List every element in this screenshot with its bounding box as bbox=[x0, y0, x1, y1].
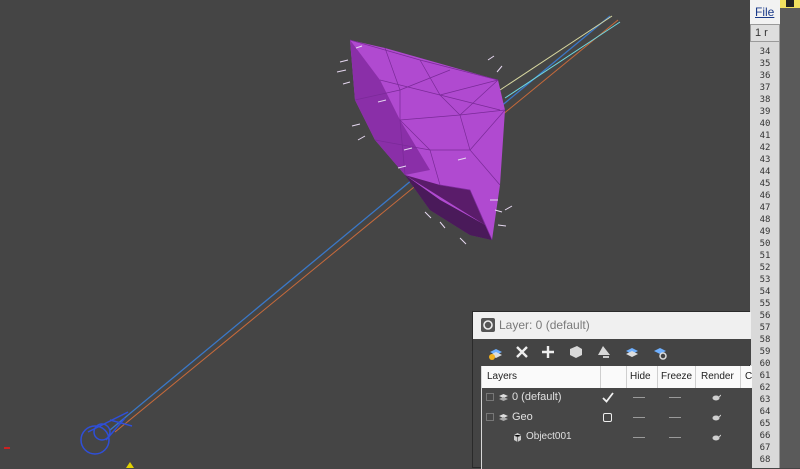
line-number: 44 bbox=[759, 167, 771, 177]
layer-table-header: Layers Hide Freeze Render C bbox=[482, 366, 752, 388]
set-current-layer-checkbox[interactable] bbox=[603, 413, 612, 422]
line-number: 67 bbox=[759, 443, 771, 453]
layer-stack-icon bbox=[499, 414, 508, 421]
light-line-cyan bbox=[504, 21, 621, 99]
object-icon bbox=[513, 433, 522, 442]
render-teapot-icon[interactable] bbox=[711, 393, 721, 401]
settings-icon[interactable] bbox=[651, 343, 669, 361]
line-number: 60 bbox=[759, 359, 771, 369]
line-number: 50 bbox=[759, 239, 771, 249]
line-number: 58 bbox=[759, 335, 771, 345]
line-number: 35 bbox=[759, 59, 771, 69]
line-number: 43 bbox=[759, 155, 771, 165]
editor-tab[interactable]: 1 r bbox=[750, 24, 780, 42]
line-number: 36 bbox=[759, 71, 771, 81]
select-objects-icon[interactable] bbox=[567, 343, 585, 361]
hide-toggle[interactable] bbox=[633, 417, 645, 418]
line-number: 63 bbox=[759, 395, 771, 405]
line-number: 56 bbox=[759, 311, 771, 321]
purple-mesh-object bbox=[336, 39, 513, 245]
line-number: 42 bbox=[759, 143, 771, 153]
line-number: 65 bbox=[759, 419, 771, 429]
line-number: 39 bbox=[759, 107, 771, 117]
editor-menu-file[interactable]: File bbox=[750, 0, 782, 24]
delete-icon[interactable] bbox=[513, 343, 531, 361]
line-number: 59 bbox=[759, 347, 771, 357]
current-layer-check-icon[interactable] bbox=[602, 392, 614, 403]
camera-gizmo bbox=[80, 411, 133, 455]
line-number: 45 bbox=[759, 179, 771, 189]
freeze-toggle[interactable] bbox=[669, 397, 681, 398]
column-header-hide[interactable]: Hide bbox=[630, 371, 651, 382]
layer-panel-titlebar[interactable]: Layer: 0 (default) bbox=[473, 312, 751, 340]
expand-toggle[interactable] bbox=[486, 393, 494, 401]
line-number: 46 bbox=[759, 191, 771, 201]
line-number: 37 bbox=[759, 83, 771, 93]
line-number-gutter: 34 35 36 37 38 39 40 41 42 43 44 45 46 4… bbox=[750, 42, 780, 468]
light-line-yellow bbox=[499, 15, 613, 91]
line-number: 64 bbox=[759, 407, 771, 417]
column-header-layers[interactable]: Layers bbox=[487, 371, 517, 382]
line-number: 54 bbox=[759, 287, 771, 297]
line-number: 34 bbox=[759, 47, 771, 57]
line-number: 68 bbox=[759, 455, 771, 465]
axis-marker-icon bbox=[126, 462, 134, 468]
line-number: 49 bbox=[759, 227, 771, 237]
column-header-freeze[interactable]: Freeze bbox=[661, 371, 692, 382]
layer-toolbar bbox=[473, 339, 751, 365]
editor-tab-label: 1 r bbox=[755, 27, 768, 39]
line-number: 55 bbox=[759, 299, 771, 309]
line-number: 66 bbox=[759, 431, 771, 441]
column-header-render[interactable]: Render bbox=[701, 371, 734, 382]
line-number: 38 bbox=[759, 95, 771, 105]
layer-panel-title: Layer: 0 (default) bbox=[499, 318, 590, 332]
layer-row-default[interactable]: 0 (default) bbox=[482, 388, 752, 408]
line-number: 62 bbox=[759, 383, 771, 393]
line-number: 52 bbox=[759, 263, 771, 273]
line-number: 53 bbox=[759, 275, 771, 285]
layer-row-geo[interactable]: Geo bbox=[482, 408, 752, 428]
line-number: 48 bbox=[759, 215, 771, 225]
object-row-object001[interactable]: Object001 bbox=[482, 428, 752, 448]
line-number: 51 bbox=[759, 251, 771, 261]
add-icon[interactable] bbox=[539, 343, 557, 361]
script-editor: File 1 r 34 35 36 37 38 39 40 41 42 43 4… bbox=[750, 0, 800, 468]
freeze-toggle[interactable] bbox=[669, 437, 681, 438]
object-name: Object001 bbox=[526, 431, 572, 442]
hide-toggle[interactable] bbox=[633, 397, 645, 398]
highlight-icon[interactable] bbox=[595, 343, 613, 361]
app-logo-icon bbox=[481, 318, 495, 332]
hide-toggle[interactable] bbox=[633, 437, 645, 438]
select-layer-icon[interactable] bbox=[623, 343, 641, 361]
line-number: 40 bbox=[759, 119, 771, 129]
layer-stack-icon bbox=[499, 394, 508, 401]
line-number: 57 bbox=[759, 323, 771, 333]
line-number: 61 bbox=[759, 371, 771, 381]
layer-name: Geo bbox=[512, 411, 533, 423]
render-teapot-icon[interactable] bbox=[711, 433, 721, 441]
line-number: 47 bbox=[759, 203, 771, 213]
editor-side-strip bbox=[780, 8, 800, 468]
create-layer-icon[interactable] bbox=[487, 343, 505, 361]
editor-menu-label: File bbox=[755, 5, 775, 19]
line-number: 41 bbox=[759, 131, 771, 141]
layer-name: 0 (default) bbox=[512, 391, 562, 403]
freeze-toggle[interactable] bbox=[669, 417, 681, 418]
layer-table: Layers Hide Freeze Render C 0 (default) bbox=[481, 366, 752, 469]
expand-toggle[interactable] bbox=[486, 413, 494, 421]
column-header-c[interactable]: C bbox=[745, 371, 752, 382]
layer-explorer-panel: Layer: 0 (default) Layers Hide Freeze Re… bbox=[472, 311, 752, 469]
render-teapot-icon[interactable] bbox=[711, 413, 721, 421]
